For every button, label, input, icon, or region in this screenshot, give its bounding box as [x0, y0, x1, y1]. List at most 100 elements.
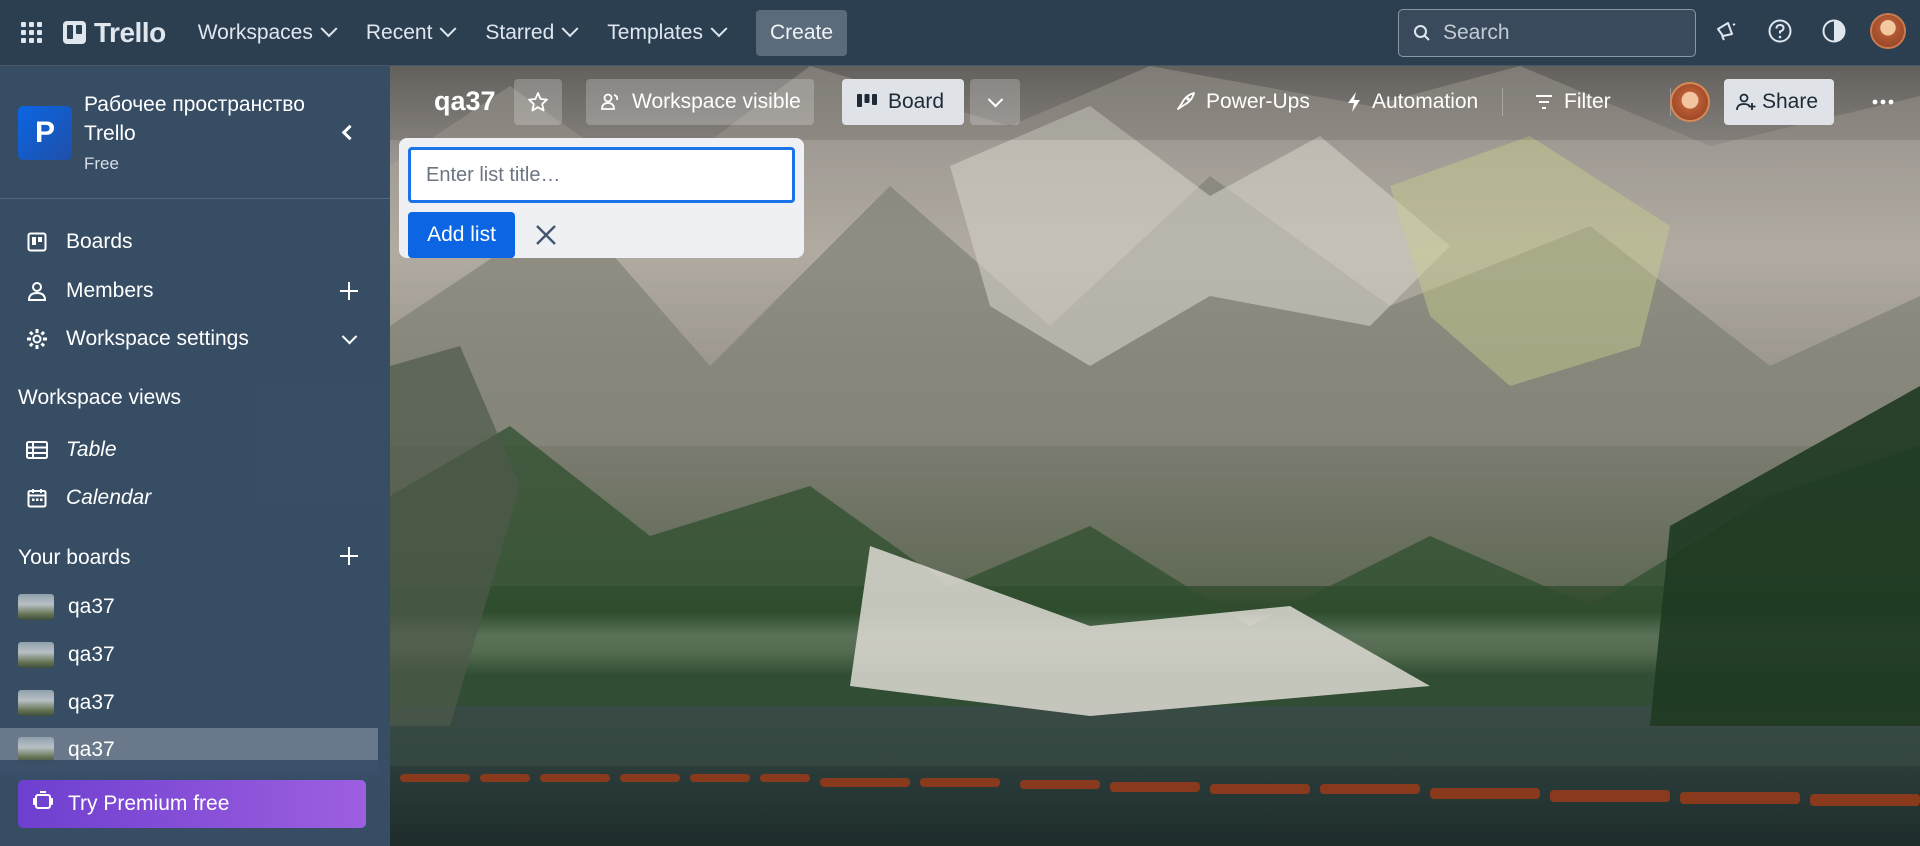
board-view-icon: [856, 93, 878, 111]
create-button[interactable]: Create: [756, 9, 848, 56]
sidebar-board-item[interactable]: qa37: [0, 681, 390, 725]
workspace-sidebar: P Рабочее пространство Trello Free Board…: [0, 66, 390, 846]
sidebar-item-label: Boards: [66, 230, 133, 253]
chevron-down-icon: [439, 19, 457, 37]
nav-starred-dropdown[interactable]: Starred: [471, 13, 590, 53]
board-thumbnail: [18, 690, 54, 716]
sidebar-item-calendar[interactable]: Calendar: [0, 475, 390, 521]
board-item-label: qa37: [68, 738, 115, 761]
more-horizontal-icon: [1872, 99, 1894, 105]
nav-menu: Workspaces Recent Starred Templates: [184, 13, 742, 53]
workspace-name[interactable]: Рабочее пространство Trello: [84, 90, 324, 148]
chevron-down-icon: [710, 19, 728, 37]
sidebar-footer-spacer: [0, 760, 390, 780]
star-icon: [528, 92, 548, 112]
sidebar-item-table[interactable]: Table: [0, 427, 390, 473]
share-label: Share: [1762, 90, 1819, 113]
board-item-label: qa37: [68, 595, 115, 618]
automation-label: Automation: [1372, 90, 1479, 113]
top-navigation-bar: Trello Workspaces Recent Starred Templat…: [0, 0, 1920, 66]
plus-icon: [340, 547, 358, 565]
nav-workspaces-dropdown[interactable]: Workspaces: [184, 13, 349, 53]
visibility-button[interactable]: Workspace visible: [586, 79, 814, 125]
nav-item-label: Workspaces: [197, 20, 313, 44]
close-icon: [536, 225, 556, 245]
board-icon: [24, 229, 50, 255]
close-add-list-button[interactable]: [523, 212, 569, 258]
sidebar-item-boards[interactable]: Boards: [0, 219, 390, 265]
trello-logo[interactable]: Trello: [63, 13, 166, 53]
workspace-plan: Free: [84, 154, 119, 173]
premium-icon: [32, 791, 54, 817]
gear-icon: [24, 326, 50, 352]
add-member-button[interactable]: [336, 278, 362, 304]
your-boards-heading: Your boards: [18, 546, 131, 569]
person-icon: [24, 278, 50, 304]
star-board-button[interactable]: [514, 79, 562, 125]
board-header: qa37 Workspace visible Board Power-Ups A…: [390, 66, 1920, 140]
filter-icon: [1534, 94, 1554, 110]
sidebar-item-label: Table: [66, 438, 117, 461]
chevron-left-icon: [341, 124, 358, 140]
board-title[interactable]: qa37: [426, 86, 504, 117]
people-icon: [600, 91, 622, 113]
board-thumbnail: [18, 642, 54, 668]
workspace-views-heading: Workspace views: [18, 386, 181, 409]
user-avatar[interactable]: [1870, 13, 1906, 49]
rocket-icon: [1174, 91, 1196, 113]
board-view-button[interactable]: Board: [842, 79, 964, 125]
help-icon[interactable]: [1762, 13, 1798, 49]
calendar-icon: [24, 485, 50, 511]
filter-label: Filter: [1564, 90, 1611, 113]
search-icon: [1414, 25, 1430, 41]
trello-logo-icon: [63, 21, 86, 44]
try-premium-button[interactable]: Try Premium free: [18, 780, 366, 828]
sidebar-item-label: Workspace settings: [66, 327, 249, 350]
rowboats: [400, 774, 1920, 806]
premium-label: Try Premium free: [68, 792, 230, 815]
top-right-icons: [1708, 13, 1906, 49]
lightning-icon: [1346, 91, 1362, 113]
collapse-sidebar-button[interactable]: [333, 118, 361, 146]
chevron-down-icon: [561, 19, 579, 37]
share-button[interactable]: Share: [1724, 79, 1834, 125]
apps-grid-icon[interactable]: [17, 19, 45, 47]
powerups-button[interactable]: Power-Ups: [1160, 79, 1310, 125]
theme-contrast-icon[interactable]: [1816, 13, 1852, 49]
view-switcher-button[interactable]: [970, 79, 1020, 125]
add-list-button[interactable]: Add list: [408, 212, 515, 258]
sidebar-item-label: Members: [66, 279, 154, 302]
add-person-icon: [1736, 92, 1756, 112]
add-list-form: Add list: [399, 138, 804, 258]
sidebar-item-members[interactable]: Members: [0, 268, 390, 314]
workspace-header: P Рабочее пространство Trello Free: [0, 66, 390, 199]
logo-text: Trello: [94, 16, 166, 48]
board-item-label: qa37: [68, 643, 115, 666]
search-input[interactable]: Search: [1398, 9, 1696, 57]
board-member-avatar[interactable]: [1670, 82, 1710, 122]
automation-button[interactable]: Automation: [1332, 79, 1478, 125]
header-divider: [1502, 88, 1503, 116]
board-view-label: Board: [888, 90, 945, 113]
sidebar-item-label: Calendar: [66, 486, 152, 509]
search-placeholder: Search: [1443, 21, 1510, 44]
workspace-avatar: P: [18, 106, 72, 160]
list-title-input[interactable]: [408, 147, 795, 203]
filter-button[interactable]: Filter: [1520, 79, 1611, 125]
megaphone-icon[interactable]: [1708, 13, 1744, 49]
nav-item-label: Recent: [365, 20, 433, 44]
sidebar-item-workspace-settings[interactable]: Workspace settings: [0, 316, 390, 362]
nav-templates-dropdown[interactable]: Templates: [593, 13, 739, 53]
nav-recent-dropdown[interactable]: Recent: [352, 13, 469, 53]
chevron-down-icon: [987, 91, 1003, 107]
nav-item-label: Starred: [485, 20, 555, 44]
expand-settings-button[interactable]: [336, 326, 362, 352]
sidebar-board-item[interactable]: qa37: [0, 585, 390, 629]
board-item-label: qa37: [68, 691, 115, 714]
visibility-label: Workspace visible: [632, 90, 801, 113]
board-menu-button[interactable]: [1860, 79, 1906, 125]
nav-item-label: Templates: [607, 20, 703, 44]
sidebar-board-item[interactable]: qa37: [0, 633, 390, 677]
create-board-button[interactable]: [336, 543, 362, 569]
plus-icon: [340, 282, 358, 300]
